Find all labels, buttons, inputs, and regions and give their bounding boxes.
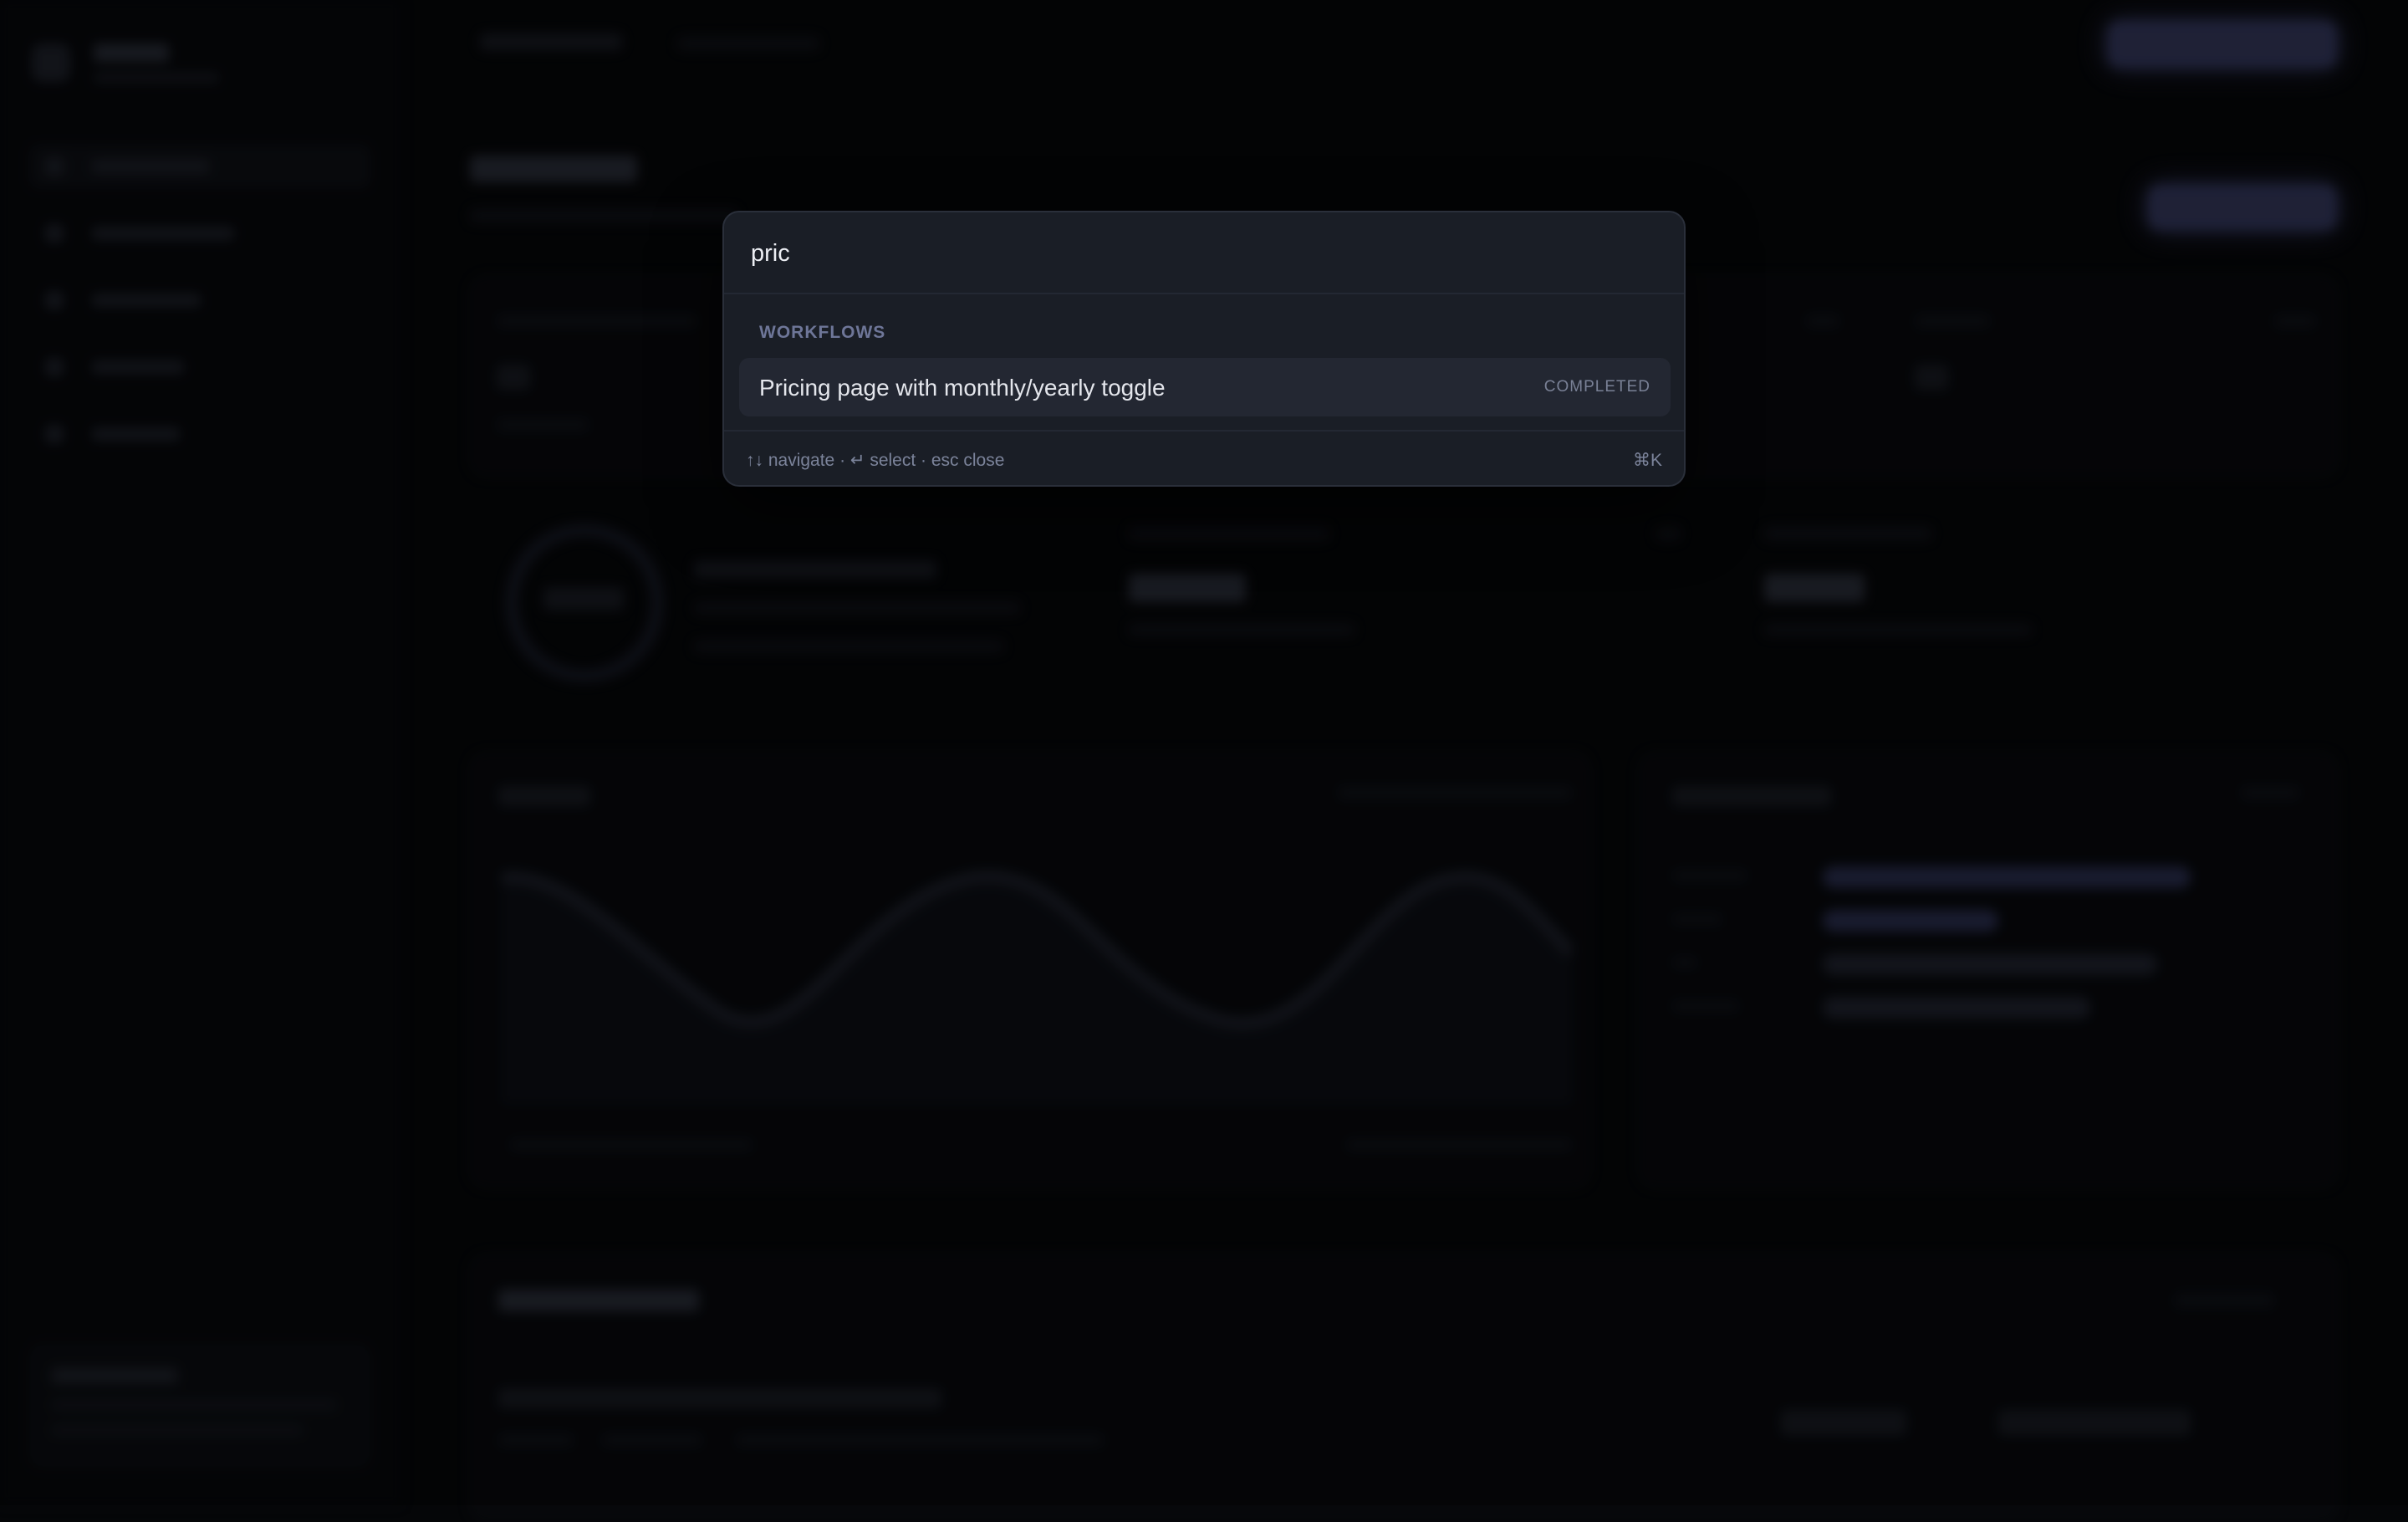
search-row bbox=[724, 212, 1684, 294]
result-item[interactable]: Pricing page with monthly/yearly toggle … bbox=[739, 358, 1671, 416]
result-title: Pricing page with monthly/yearly toggle bbox=[759, 375, 1166, 401]
keyboard-hint: ↑↓ navigate · ↵ select · esc close bbox=[746, 451, 1005, 470]
command-palette: WORKFLOWS Pricing page with monthly/year… bbox=[722, 211, 1686, 487]
palette-footer: ↑↓ navigate · ↵ select · esc close ⌘K bbox=[724, 430, 1684, 485]
section-label-workflows: WORKFLOWS bbox=[759, 323, 886, 342]
search-input[interactable] bbox=[751, 232, 1654, 274]
status-badge: COMPLETED bbox=[1543, 378, 1650, 396]
shortcut-label: ⌘K bbox=[1632, 451, 1662, 470]
